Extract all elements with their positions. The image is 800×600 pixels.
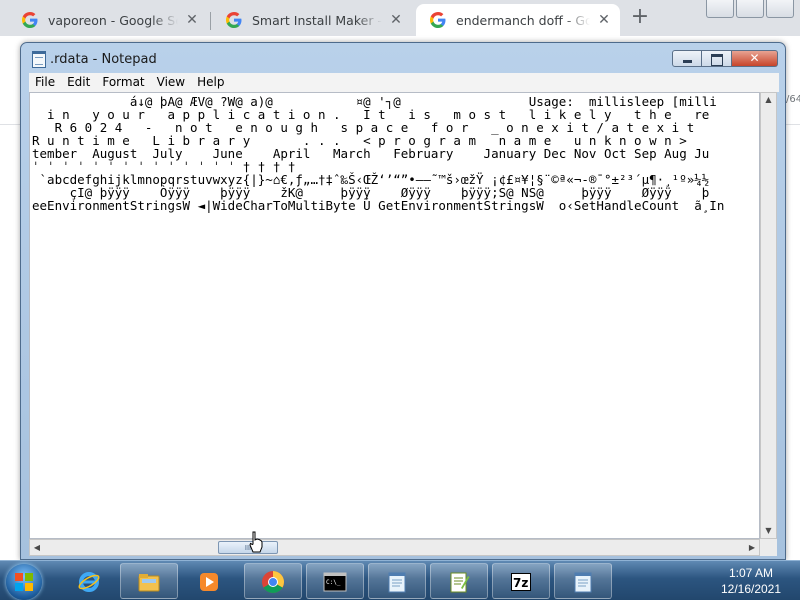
minimize-button[interactable] [672,50,702,67]
clock-time: 1:07 AM [728,566,774,580]
clock-date: 12/16/2021 [720,582,782,596]
notepad-icon [388,572,406,593]
svg-text:C:\_: C:\_ [326,579,341,586]
menu-bar: File Edit Format View Help [29,73,779,92]
scroll-up-icon[interactable]: ▲ [761,93,776,107]
menu-file[interactable]: File [29,73,61,92]
command-prompt-icon: C:\_ [323,572,347,592]
hand-cursor-icon [249,531,263,553]
folder-icon [138,574,160,592]
close-button[interactable] [766,0,794,18]
svg-text:7z: 7z [513,576,528,590]
taskbar-7-zip[interactable]: 7z [492,563,550,599]
maximize-button[interactable] [702,50,732,67]
taskbar-windows-explorer[interactable] [120,563,178,599]
taskbar-media-player[interactable] [180,563,238,599]
internet-explorer-icon [78,572,100,592]
google-icon [22,12,38,28]
close-button[interactable]: ✕ [732,50,778,67]
notepad-icon [32,51,46,68]
window-controls: ✕ [672,50,778,67]
system-clock[interactable]: 1:07 AM 12/16/2021 [708,565,794,597]
horizontal-scrollbar[interactable]: ◀ III ▶ [29,539,760,556]
notepad-window: .rdata - Notepad ✕ File Edit Format View… [20,42,786,560]
maximize-button[interactable] [736,0,764,18]
taskbar-internet-explorer[interactable] [60,563,118,599]
taskbar-notepad[interactable] [368,563,426,599]
media-player-icon [200,573,218,591]
taskbar-notepad-plus-plus[interactable] [430,563,488,599]
chrome-icon [262,571,284,593]
close-tab-icon[interactable]: ✕ [596,12,612,28]
tab-title: Smart Install Maker - creat [252,12,382,28]
tab-title: endermanch doff - Googl [456,12,590,28]
vertical-scrollbar[interactable]: ▲ ▼ [760,92,777,539]
google-icon [430,12,446,28]
browser-tab-active[interactable]: endermanch doff - Googl ✕ [416,4,620,36]
window-title: .rdata - Notepad [50,52,157,67]
minimize-button[interactable] [706,0,734,18]
menu-format[interactable]: Format [96,73,150,92]
scroll-down-icon[interactable]: ▼ [761,524,776,538]
scroll-left-icon[interactable]: ◀ [30,540,44,555]
taskbar-chrome[interactable] [244,563,302,599]
browser-tab-strip: vaporeon - Google Search ✕ Smart Install… [0,0,800,36]
scroll-right-icon[interactable]: ▶ [745,540,759,555]
tab-divider [210,12,211,30]
notepad-plus-plus-icon [450,572,470,593]
taskbar: C:\_ 7z 1:07 AM 12/16/2021 [0,560,800,600]
page-text-fragment: /64 [786,94,800,105]
text-line: eeEnvironmentStringsW ◄|WideCharToMultiB… [32,198,725,213]
notepad-icon [574,572,592,593]
text-editor[interactable]: á↓@ þA@ ÆV@ ?W@ a)@ ¤@ '┐@ Usage: millis… [29,92,760,539]
tab-title: vaporeon - Google Search [48,12,178,28]
start-button[interactable] [6,564,42,600]
menu-edit[interactable]: Edit [61,73,96,92]
browser-tab[interactable]: Smart Install Maker - creat ✕ [212,4,412,36]
close-tab-icon[interactable]: ✕ [388,12,404,28]
7-zip-icon: 7z [511,573,531,591]
close-tab-icon[interactable]: ✕ [184,12,200,28]
taskbar-notepad[interactable] [554,563,612,599]
menu-view[interactable]: View [151,73,191,92]
browser-window-controls [704,0,794,18]
new-tab-button[interactable]: + [628,6,652,30]
menu-help[interactable]: Help [191,73,230,92]
browser-tab[interactable]: vaporeon - Google Search ✕ [8,4,208,36]
scrollbar-thumb[interactable]: III [218,541,278,554]
google-icon [226,12,242,28]
scrollbar-corner [760,539,777,556]
taskbar-command-prompt[interactable]: C:\_ [306,563,364,599]
